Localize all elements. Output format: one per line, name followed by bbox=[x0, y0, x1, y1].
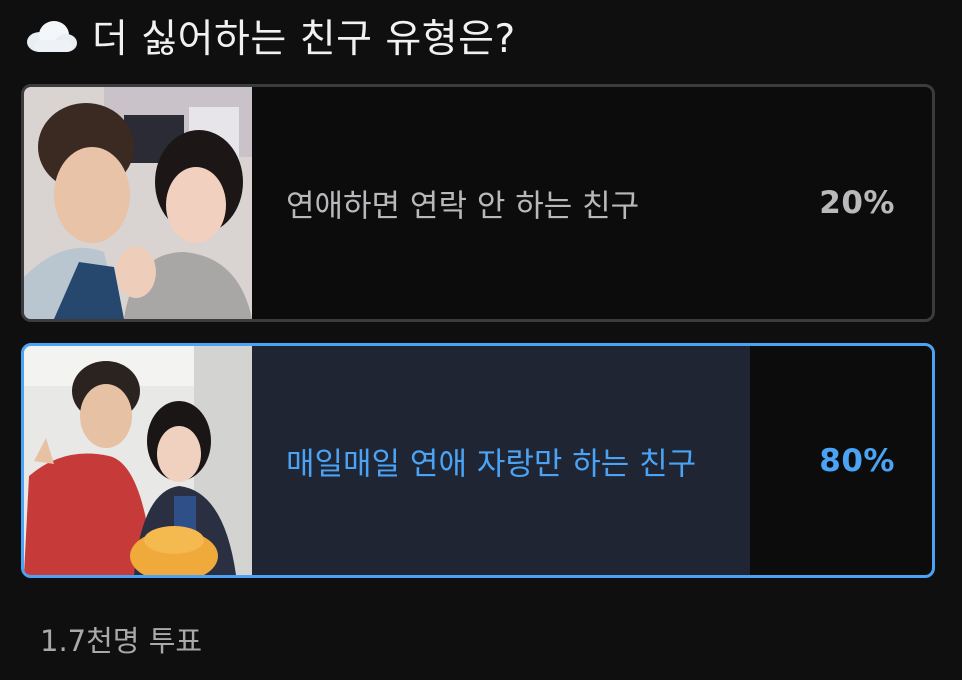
poll-title-row: 더 싫어하는 친구 유형은? bbox=[22, 4, 516, 68]
cloud-icon bbox=[22, 18, 78, 54]
poll-option-1[interactable]: 연애하면 연락 안 하는 친구 20% bbox=[21, 84, 935, 322]
option-2-label: 매일매일 연애 자랑만 하는 친구 bbox=[286, 446, 697, 482]
option-1-photo bbox=[24, 87, 252, 319]
option-2-percent: 80% bbox=[819, 442, 895, 479]
vote-count: 1.7천명 투표 bbox=[40, 624, 203, 658]
poll-title: 더 싫어하는 친구 유형은? bbox=[92, 17, 516, 62]
poll-option-2[interactable]: 매일매일 연애 자랑만 하는 친구 80% bbox=[21, 343, 935, 578]
option-1-label: 연애하면 연락 안 하는 친구 bbox=[286, 188, 640, 225]
option-2-photo bbox=[24, 346, 252, 575]
option-1-percent: 20% bbox=[819, 185, 895, 221]
